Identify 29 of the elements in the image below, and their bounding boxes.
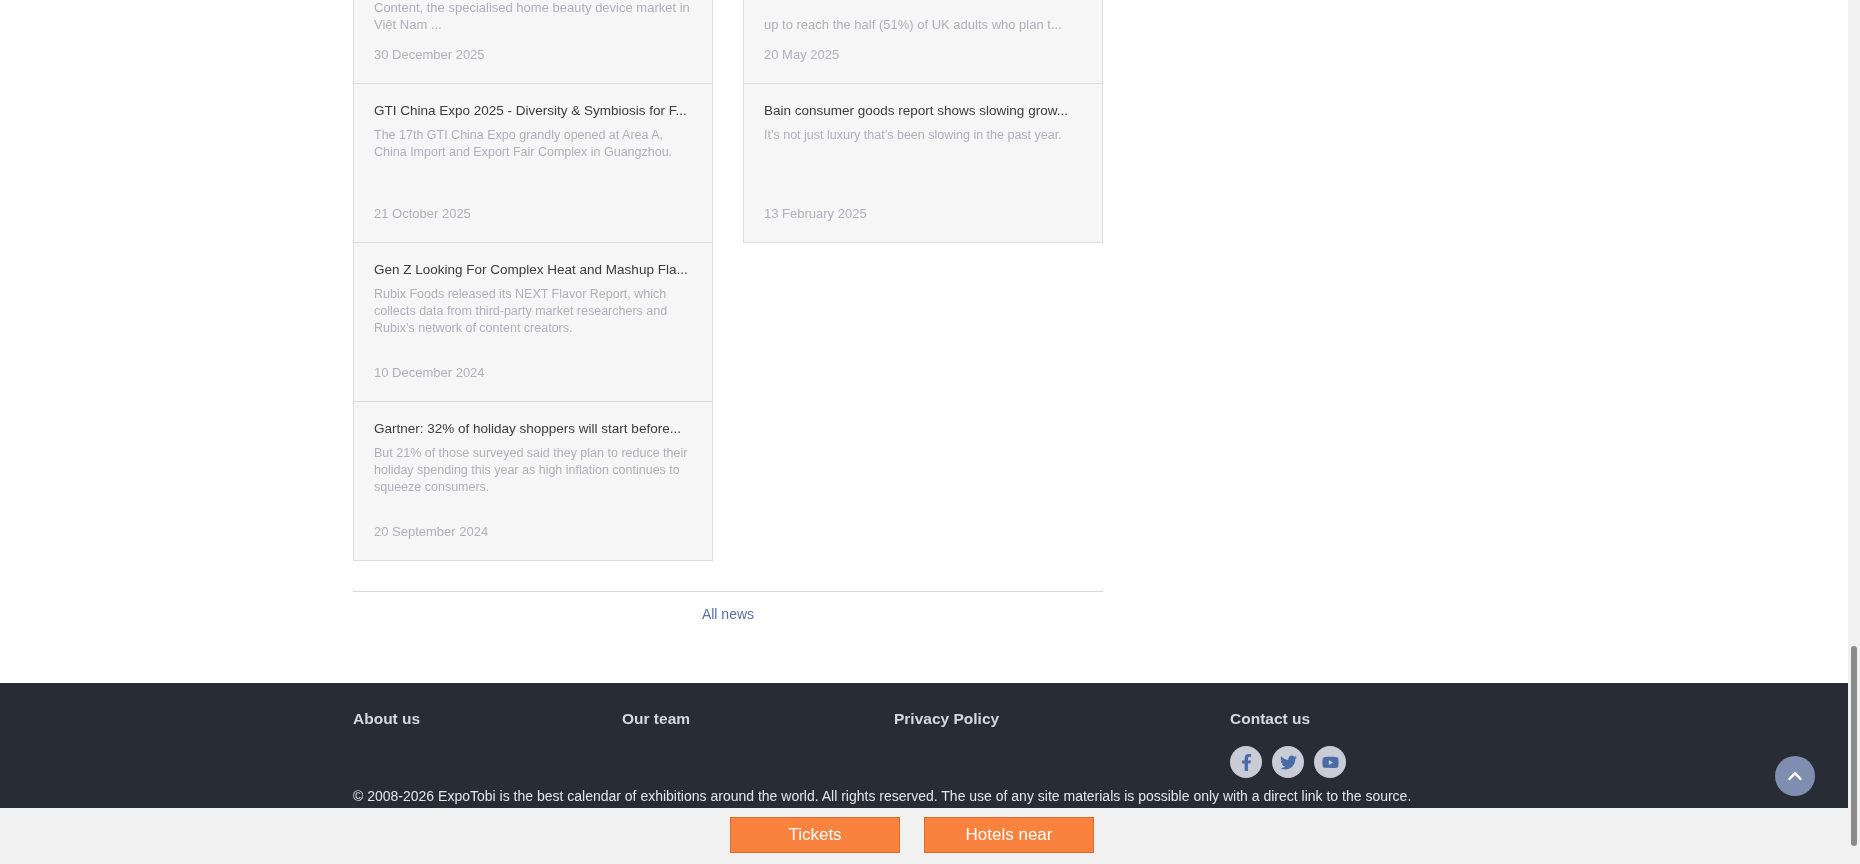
news-date: 13 February 2025 [764, 205, 868, 222]
twitter-icon[interactable] [1272, 746, 1304, 779]
footer-link[interactable]: About us [353, 707, 622, 779]
news-title: GTI China Expo 2025 - Diversity & Symbiosis for F... [374, 102, 688, 120]
news-date: 30 December 2025 [374, 46, 486, 63]
news-description: The 17th GTI China Expo grandly opened at Area A, China Import and Export Fair Complex in Guangzhou. [374, 127, 674, 161]
news-description: up to reach the half (51%) of UK adults who plan t... [764, 16, 1063, 33]
footer-link[interactable]: Privacy Policy [894, 707, 1230, 779]
scrollbar-thumb[interactable] [1851, 646, 1857, 846]
news-date: 20 September 2024 [374, 523, 490, 540]
news-date: 21 October 2025 [374, 205, 472, 222]
news-title: Gen Z Looking For Complex Heat and Mashup Fla... [374, 261, 689, 279]
news-title: Gartner: 32% of holiday shoppers will start before... [374, 420, 682, 438]
news-description: It’s not just luxury that’s been slowing in the past year. [764, 127, 1063, 144]
footer-link[interactable]: Our team [622, 707, 894, 779]
copyright-text: © 2008-2026 ExpoTobi is the best calendar of exhibitions around the world. All rights reserved. The use of any site materials is possible only with a direct link to the source. [353, 787, 1413, 807]
news-description: Rubix Foods released its NEXT Flavor Report, which collects data from third-party market researchers and Rubix’s network of content creators. [374, 286, 669, 337]
news-date: 10 December 2024 [374, 364, 486, 381]
back-to-top-button[interactable] [1775, 756, 1815, 796]
news-description: Content, the specialised home beauty device market in Việt Nam ... [374, 0, 691, 33]
news-date: 20 May 2025 [764, 46, 841, 63]
contact-heading: Contact us [1230, 709, 1312, 729]
news-description: But 21% of those surveyed said they plan to reduce their holiday spending this year as high inflation continues to squeeze consumers. [374, 445, 689, 496]
all-news-link[interactable]: All news [701, 604, 755, 625]
facebook-icon[interactable] [1230, 746, 1262, 779]
news-card[interactable]: Bain consumer goods report shows slowing grow... It’s not just luxury that’s been slowing in the past year. 13 February 2025 [743, 84, 1103, 243]
news-card[interactable]: GTI China Expo 2025 - Diversity & Symbiosis for F... The 17th GTI China Expo grandly opened at Area A, China Import and Export Fair Complex in Guangzhou. 21 October 2025 [353, 84, 713, 243]
youtube-icon[interactable] [1314, 746, 1346, 779]
news-title: Bain consumer goods report shows slowing grow... [764, 102, 1069, 120]
